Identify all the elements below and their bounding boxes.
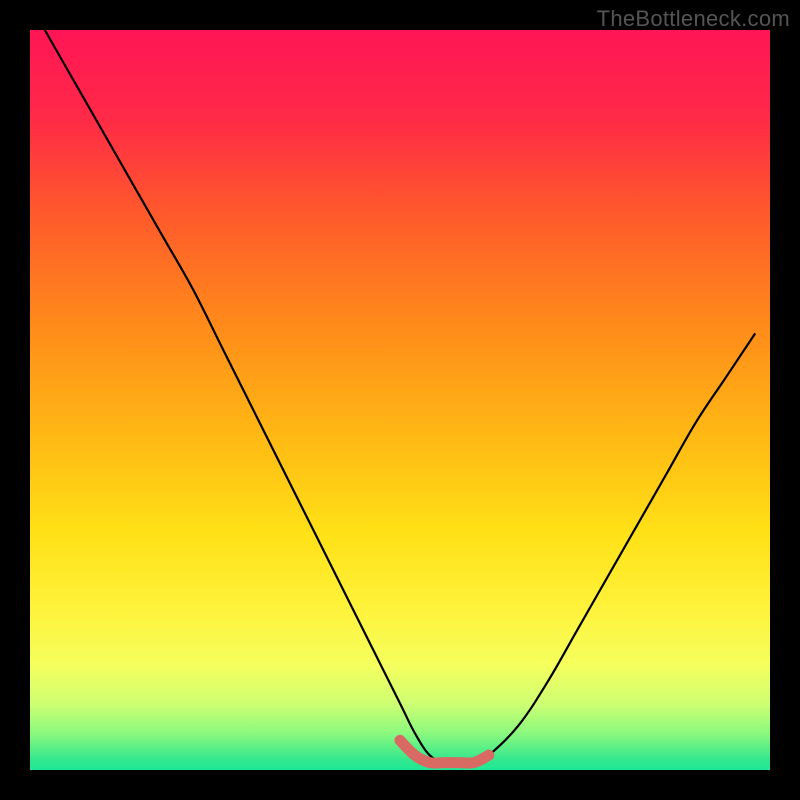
highlight-bottom-segment xyxy=(400,740,489,763)
curve-layer xyxy=(30,30,770,770)
chart-frame: TheBottleneck.com xyxy=(0,0,800,800)
watermark-text: TheBottleneck.com xyxy=(597,6,790,32)
plot-area xyxy=(30,30,770,770)
main-curve xyxy=(45,30,755,763)
